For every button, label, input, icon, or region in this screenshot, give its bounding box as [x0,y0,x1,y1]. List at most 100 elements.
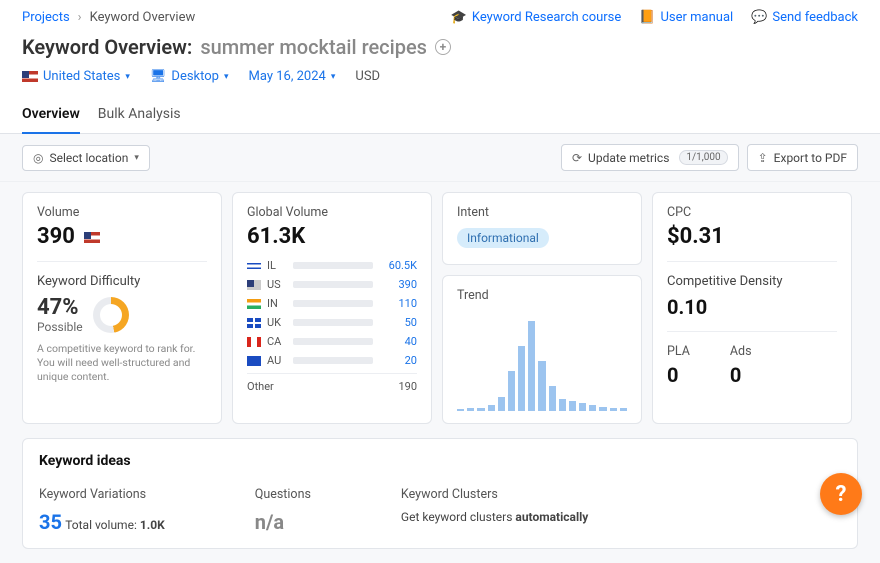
flag-uk-icon [247,318,261,328]
keyword-value: summer mocktail recipes [200,35,427,59]
page-title: Keyword Overview: [22,35,192,59]
cpc-value: $0.31 [667,224,837,249]
ads-value: 0 [730,363,752,387]
value-text: 390 [37,224,75,249]
trend-bar [518,346,525,411]
trend-bar [498,397,505,411]
card-label: Intent [457,205,627,220]
add-keyword-button[interactable]: + [435,39,451,55]
link-send-feedback[interactable]: 💬 Send feedback [751,10,858,25]
flag-us-icon [22,71,38,82]
trend-bar [508,371,515,411]
kd-value: 47% [37,295,83,320]
volume-card: Volume 390 Keyword Difficulty 47% Possib… [22,192,222,424]
intent-pill: Informational [457,228,549,248]
button-label: Export to PDF [774,151,847,165]
card-label: Volume [37,205,207,220]
chevron-down-icon: ▾ [134,153,139,163]
trend-bar [620,408,627,411]
gv-bar [293,319,373,326]
gv-row: UK50 [247,316,417,329]
gv-country: AU [267,354,287,367]
flag-au-icon [247,356,261,366]
card-label: CPC [667,205,837,220]
tab-bulk-analysis[interactable]: Bulk Analysis [98,98,181,133]
help-fab[interactable]: ? [820,473,862,515]
cpc-card: CPC $0.31 Competitive Density 0.10 PLA 0… [652,192,852,424]
update-metrics-button[interactable]: ⟳ Update metrics 1/1,000 [561,144,739,171]
refresh-icon: ⟳ [572,151,582,165]
chevron-down-icon: ▾ [125,72,130,82]
trend-bar [579,403,586,411]
variations-count[interactable]: 35 [39,510,62,534]
gv-value[interactable]: 60.5K [379,259,417,272]
gv-country: US [267,278,287,291]
gv-country: IN [267,297,287,310]
gv-value[interactable]: 390 [379,278,417,291]
questions-label: Questions [255,487,311,502]
variations-label: Keyword Variations [39,487,165,502]
breadcrumb-current: Keyword Overview [90,10,196,25]
kd-label: Keyword Difficulty [37,274,207,289]
export-pdf-button[interactable]: ⇪ Export to PDF [747,144,858,171]
chevron-right-icon: › [78,10,82,25]
gv-bar [293,338,373,345]
button-label: Select location [49,151,128,165]
gv-bar [293,357,373,364]
filter-label: May 16, 2024 [249,69,326,84]
trend-bar [467,408,474,411]
variations-sub: Total volume: 1.0K [65,518,165,532]
filter-label: Desktop [171,69,219,84]
trend-card: Trend [442,275,642,424]
trend-bar [559,399,566,411]
pla-label: PLA [667,344,690,359]
link-user-manual[interactable]: 📙 User manual [639,10,733,25]
trend-bar [589,405,596,411]
trend-bar [599,407,606,411]
date-filter[interactable]: May 16, 2024 ▾ [249,69,336,84]
gv-country: IL [267,259,287,272]
gv-value[interactable]: 40 [379,335,417,348]
device-filter[interactable]: 🖥 Desktop ▾ [150,69,229,84]
update-ratio: 1/1,000 [679,150,727,165]
trend-bar [477,408,484,411]
desktop-icon: 🖥 [150,69,167,84]
keyword-ideas-card: Keyword ideas Keyword Variations 35 Tota… [22,438,858,549]
gv-country: CA [267,335,287,348]
gv-row: IN 110 [247,297,417,310]
trend-bar [457,409,464,411]
card-label: Global Volume [247,205,417,220]
breadcrumb-root[interactable]: Projects [22,10,70,25]
flag-in-icon [247,299,261,309]
gv-other-value: 190 [379,380,417,393]
trend-chart [457,321,627,411]
sub-prefix: Total volume: [65,518,137,532]
question-icon: ? [836,482,847,507]
gv-value[interactable]: 50 [379,316,417,329]
chevron-down-icon: ▾ [224,72,229,82]
global-volume-value: 61.3K [247,224,417,249]
kd-explain: A competitive keyword to rank for. You w… [37,342,207,385]
sub-prefix: Get keyword clusters [401,510,513,524]
gv-bar [293,262,373,269]
tab-overview[interactable]: Overview [22,98,80,134]
select-location-button[interactable]: ◎ Select location ▾ [22,145,150,171]
flag-us-icon [84,232,100,243]
gv-value[interactable]: 110 [379,297,417,310]
link-keyword-research-course[interactable]: 🎓 Keyword Research course [451,10,622,25]
sub-bold: 1.0K [140,518,165,532]
country-filter[interactable]: United States ▾ [22,69,130,84]
flag-us-icon [247,280,261,290]
volume-value: 390 [37,224,207,249]
book-icon: 📙 [639,10,655,25]
clusters-label: Keyword Clusters [401,487,588,502]
intent-card: Intent Informational [442,192,642,265]
gv-bar [293,281,373,288]
button-label: Update metrics [588,151,669,165]
gv-value[interactable]: 20 [379,354,417,367]
chevron-down-icon: ▾ [331,72,336,82]
sub-bold: automatically [515,510,588,524]
trend-bar [488,405,495,411]
link-label: User manual [660,10,733,25]
trend-bar [528,321,535,411]
